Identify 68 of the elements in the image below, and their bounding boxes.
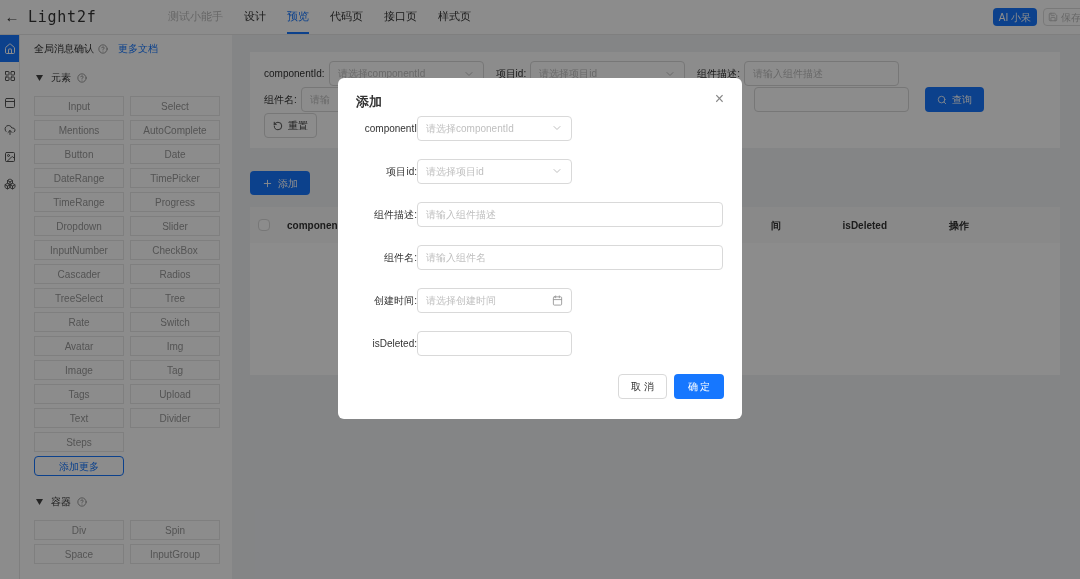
component-item[interactable]: Mentions (34, 120, 124, 140)
grid-icon (3, 69, 16, 82)
plus-icon (262, 177, 273, 189)
field-label: 项目id: (495, 67, 527, 81)
reset-icon (273, 120, 283, 131)
column-header: isDeleted (842, 218, 888, 233)
nav-tab[interactable]: 代码页 (330, 0, 363, 34)
input-field[interactable] (417, 330, 572, 356)
reset-button[interactable]: 重置 (264, 113, 317, 138)
add-more-button[interactable]: 添加更多 (34, 456, 124, 476)
nav-tab[interactable]: 设计 (244, 0, 266, 34)
component-item[interactable]: DateRange (34, 168, 124, 188)
nav-tab[interactable]: 预览 (287, 0, 309, 34)
nav-tab[interactable]: 接口页 (384, 0, 417, 34)
field-label: componentI (363, 121, 417, 136)
add-button[interactable]: 添加 (250, 171, 310, 195)
column-header: 操作 (949, 218, 970, 233)
component-item[interactable]: Radios (130, 264, 220, 284)
field-label: 组件描述: (373, 207, 417, 222)
section-title: 元素 (51, 71, 71, 85)
component-item[interactable]: Rate (34, 312, 124, 332)
component-item[interactable]: CheckBox (130, 240, 220, 260)
calendar-icon (552, 294, 563, 306)
component-item[interactable]: InputGroup (130, 544, 220, 564)
ok-button[interactable]: 确 定 (674, 373, 724, 399)
column-header: 间 (770, 218, 781, 233)
help-icon (98, 43, 108, 54)
field-label: 组件名: (264, 93, 297, 107)
caret-icon[interactable] (36, 74, 43, 81)
section-title: 容器 (51, 495, 71, 509)
help-icon (77, 496, 87, 507)
home-icon (3, 42, 16, 55)
component-item[interactable]: Progress (130, 192, 220, 212)
image-icon (3, 150, 16, 163)
boxes-icon (3, 177, 16, 190)
component-item[interactable]: Button (34, 144, 124, 164)
field-label: 组件描述: (697, 67, 740, 81)
component-item[interactable]: Dropdown (34, 216, 124, 236)
docs-link[interactable]: 更多文档 (118, 41, 158, 56)
cancel-button[interactable]: 取 消 (618, 373, 667, 399)
caret-icon[interactable] (36, 498, 43, 505)
query-button[interactable]: 查询 (924, 87, 984, 112)
component-item[interactable]: Avatar (34, 336, 124, 356)
help-icon (77, 72, 87, 83)
component-item[interactable]: Divider (130, 408, 220, 428)
back-button[interactable]: ← (4, 5, 20, 29)
app-title: Light2f (28, 6, 98, 28)
component-item[interactable]: Input (34, 96, 124, 116)
field-label: 创建时间: (373, 293, 417, 308)
search-icon (936, 94, 947, 105)
field-label: 项目id: (385, 164, 417, 179)
dialog-title: 添加 (356, 93, 382, 111)
cloud-icon (3, 123, 16, 136)
component-item[interactable]: TimeRange (34, 192, 124, 212)
column-header: componen (287, 218, 338, 233)
ai-button[interactable]: AI 小呆 (992, 8, 1037, 26)
field-label: componentId: (264, 67, 325, 81)
global-confirm-label: 全局消息确认 (34, 42, 94, 56)
field-label: isDeleted: (371, 336, 417, 351)
window-icon (3, 96, 16, 109)
component-item[interactable]: TimePicker (130, 168, 220, 188)
field-label: 组件名: (383, 250, 417, 265)
component-item[interactable]: Steps (34, 432, 124, 452)
component-item[interactable]: AutoComplete (130, 120, 220, 140)
nav-tab[interactable]: 样式页 (438, 0, 471, 34)
close-button[interactable]: × (714, 90, 724, 107)
component-item[interactable]: Upload (130, 384, 220, 404)
save-icon (1048, 12, 1058, 22)
